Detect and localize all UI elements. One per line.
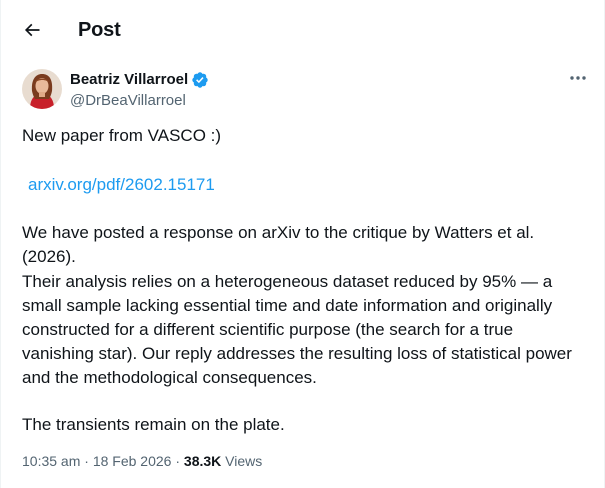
post-metadata: 10:35 am · 18 Feb 2026 · 38.3K Views [22, 453, 262, 469]
meta-separator: · [80, 453, 93, 469]
page-title: Post [78, 19, 121, 41]
author-name-row: Beatriz Villarroel [70, 70, 209, 89]
avatar[interactable] [22, 69, 62, 109]
post-text-line: New paper from VASCO :) [22, 126, 222, 145]
more-options-button[interactable] [563, 66, 593, 90]
post-date[interactable]: 18 Feb 2026 [93, 453, 172, 469]
more-horizontal-icon [570, 76, 586, 80]
author-info: Beatriz Villarroel @DrBeaVillarroel [70, 70, 209, 109]
post-time[interactable]: 10:35 am [22, 453, 80, 469]
meta-separator: · [171, 453, 184, 469]
arxiv-link[interactable]: arxiv.org/pdf/2602.15171 [28, 173, 594, 197]
author-name[interactable]: Beatriz Villarroel [70, 71, 188, 88]
avatar-image [22, 69, 62, 109]
arrow-left-icon [24, 23, 40, 37]
views-count: 38.3K [183, 453, 222, 469]
views-label: Views [221, 453, 263, 469]
verified-badge-icon[interactable] [191, 71, 209, 89]
post-text-paragraph: We have posted a response on arXiv to th… [22, 223, 535, 266]
author-handle[interactable]: @DrBeaVillarroel [70, 92, 209, 109]
page-header: Post [1, 0, 605, 62]
post-text-line: The transients remain on the plate. [22, 415, 285, 434]
post-page: Post Beatriz Villarroel @DrBeaVillarroel [0, 0, 605, 488]
post-text-paragraph: Their analysis relies on a heterogeneous… [22, 272, 572, 387]
back-button[interactable] [14, 12, 50, 48]
